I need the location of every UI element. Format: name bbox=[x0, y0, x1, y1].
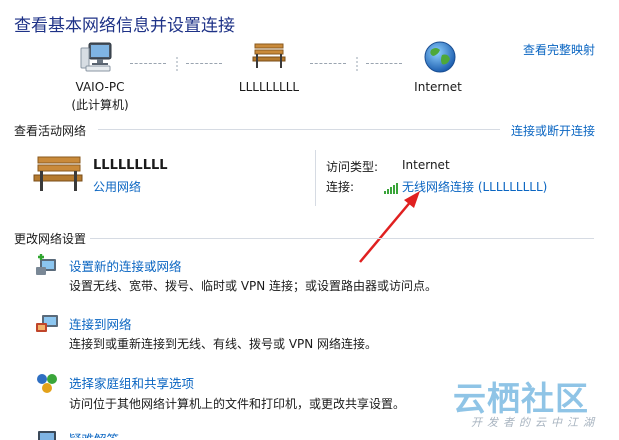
homegroup-icon bbox=[34, 370, 60, 396]
connect-to-network-link[interactable]: 连接到网络 bbox=[69, 314, 132, 333]
connect-to-network-desc: 连接到或重新连接到无线、有线、拨号或 VPN 网络连接。 bbox=[69, 337, 378, 351]
dash-tick bbox=[351, 56, 363, 71]
watermark-sub: 开发者的云中江湖 bbox=[471, 416, 599, 429]
connect-network-icon bbox=[34, 311, 60, 337]
annotation-arrow-icon bbox=[350, 188, 430, 268]
new-connection-icon bbox=[34, 253, 60, 279]
section-divider bbox=[90, 238, 594, 239]
page-title: 查看基本网络信息并设置连接 bbox=[14, 16, 235, 36]
view-full-map-link[interactable]: 查看完整映射 bbox=[523, 41, 595, 58]
network-name: LLLLLLLLL bbox=[238, 80, 300, 94]
homegroup-sharing-link[interactable]: 选择家庭组和共享选项 bbox=[69, 373, 194, 392]
computer-icon bbox=[80, 40, 116, 74]
network-type-link[interactable]: 公用网络 bbox=[93, 178, 141, 195]
homegroup-sharing-desc: 访问位于其他网络计算机上的文件和打印机，或更改共享设置。 bbox=[69, 397, 406, 411]
change-settings-title: 更改网络设置 bbox=[14, 232, 87, 246]
bench-icon bbox=[251, 42, 287, 70]
section-divider bbox=[98, 129, 500, 130]
map-connector-line bbox=[366, 63, 402, 64]
setup-connection-desc: 设置无线、宽带、拨号、临时或 VPN 连接；或设置路由器或访问点。 bbox=[69, 279, 438, 293]
computer-sub-label: (此计算机) bbox=[71, 98, 129, 112]
active-network-name: LLLLLLLLL bbox=[93, 158, 168, 173]
active-networks-title: 查看活动网络 bbox=[14, 124, 87, 138]
access-type-label: 访问类型: bbox=[326, 160, 379, 174]
watermark-logo: 云栖社区 bbox=[453, 379, 589, 418]
map-connector-line bbox=[186, 63, 222, 64]
setup-connection-link[interactable]: 设置新的连接或网络 bbox=[69, 256, 182, 275]
globe-icon bbox=[423, 40, 457, 74]
map-connector-line bbox=[130, 63, 166, 64]
map-connector-line bbox=[310, 63, 346, 64]
computer-name: VAIO-PC bbox=[75, 80, 125, 94]
troubleshoot-link[interactable]: 疑难解答 bbox=[69, 429, 119, 438]
connect-disconnect-link[interactable]: 连接或断开连接 bbox=[511, 122, 595, 139]
access-type-value: Internet bbox=[402, 158, 450, 172]
troubleshoot-icon bbox=[34, 428, 60, 440]
vertical-divider bbox=[315, 150, 316, 206]
dash-tick bbox=[171, 56, 183, 71]
internet-label: Internet bbox=[414, 80, 462, 94]
bench-icon bbox=[30, 154, 86, 194]
